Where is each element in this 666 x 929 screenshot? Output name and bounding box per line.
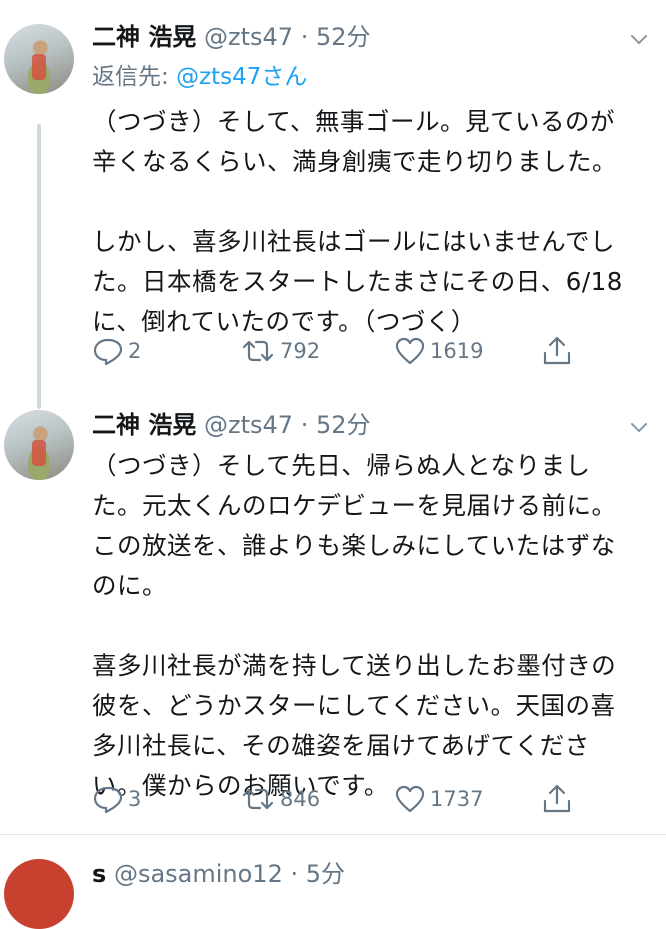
like-icon	[395, 337, 425, 365]
chevron-down-icon[interactable]	[628, 416, 650, 438]
retweet-count: 792	[280, 339, 321, 363]
chevron-down-icon[interactable]	[628, 28, 650, 50]
reply-count: 3	[128, 787, 142, 811]
author-handle[interactable]: @zts47	[204, 411, 293, 439]
separator-dot: ·	[300, 23, 309, 51]
share-button[interactable]	[542, 782, 576, 816]
like-button[interactable]: 1737	[394, 782, 483, 816]
tweet-3[interactable]: s @sasamino12 · 5分	[0, 835, 666, 929]
tweet-actions: 3 846 1737	[92, 782, 612, 816]
reply-icon	[93, 786, 123, 814]
retweet-icon	[242, 788, 274, 810]
reply-to-handle[interactable]: @zts47さん	[176, 64, 307, 90]
author-name[interactable]: s	[92, 860, 106, 888]
tweet-text: （つづき）そして先日、帰らぬ人となりまし た。元太くんのロケデビューを見届ける前…	[92, 451, 617, 800]
reply-to: 返信先: @zts47さん	[92, 62, 307, 92]
tweet-header: 二神 浩晃 @zts47 · 52分	[92, 410, 371, 440]
retweet-button[interactable]: 846	[240, 782, 320, 816]
avatar[interactable]	[4, 859, 74, 929]
separator-dot: ·	[290, 860, 299, 888]
timestamp[interactable]: 52分	[316, 23, 371, 51]
author-name[interactable]: 二神 浩晃	[92, 411, 196, 439]
reply-button[interactable]: 3	[92, 782, 141, 816]
avatar[interactable]	[4, 24, 74, 94]
thread-line	[37, 124, 41, 409]
separator-dot: ·	[300, 411, 309, 439]
retweet-icon	[242, 340, 274, 362]
tweet-text: （つづき）そして、無事ゴール。見ているのが 辛くなるくらい、満身創痍で走り切りま…	[92, 107, 623, 336]
avatar[interactable]	[4, 410, 74, 480]
timestamp[interactable]: 5分	[306, 860, 345, 888]
retweet-count: 846	[280, 787, 321, 811]
tweet-header: s @sasamino12 · 5分	[92, 859, 345, 889]
tweet-1[interactable]: 二神 浩晃 @zts47 · 52分 返信先: @zts47さん （つづき）そし…	[0, 0, 666, 409]
reply-button[interactable]: 2	[92, 334, 141, 368]
tweet-actions: 2 792 1619	[92, 334, 612, 368]
tweet-2[interactable]: 二神 浩晃 @zts47 · 52分 （つづき）そして先日、帰らぬ人となりまし …	[0, 400, 666, 832]
author-handle[interactable]: @zts47	[204, 23, 293, 51]
share-button[interactable]	[542, 334, 576, 368]
reply-count: 2	[128, 339, 142, 363]
like-count: 1737	[430, 787, 484, 811]
like-count: 1619	[430, 339, 484, 363]
share-icon	[543, 336, 571, 365]
retweet-button[interactable]: 792	[240, 334, 320, 368]
timestamp[interactable]: 52分	[316, 411, 371, 439]
like-icon	[395, 785, 425, 813]
like-button[interactable]: 1619	[394, 334, 483, 368]
share-icon	[543, 784, 571, 813]
tweet-header: 二神 浩晃 @zts47 · 52分	[92, 22, 371, 52]
author-handle[interactable]: @sasamino12	[114, 860, 283, 888]
reply-icon	[93, 338, 123, 366]
author-name[interactable]: 二神 浩晃	[92, 23, 196, 51]
reply-to-label: 返信先:	[92, 64, 177, 90]
